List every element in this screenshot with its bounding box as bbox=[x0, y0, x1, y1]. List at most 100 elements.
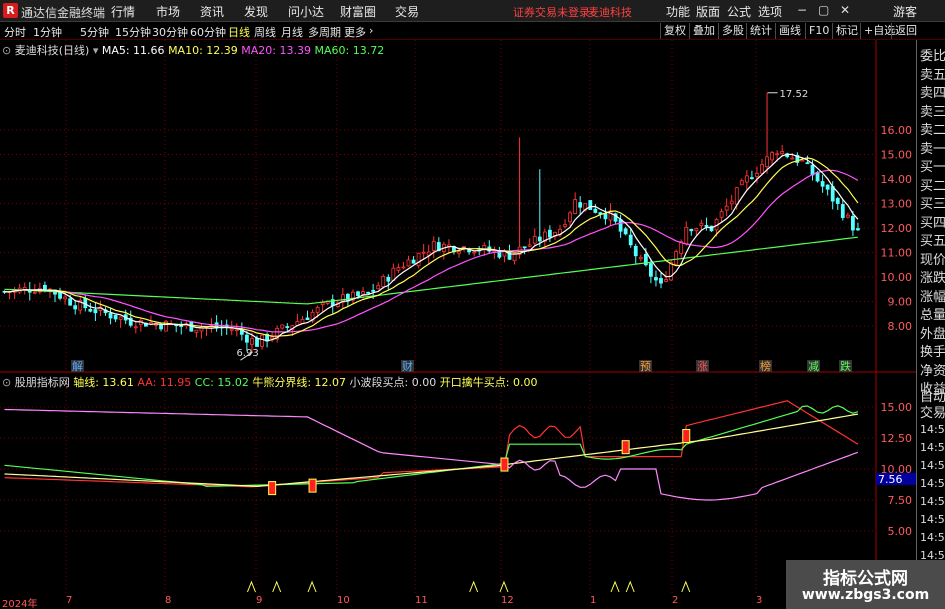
quote-sidebar: 委比 卖五 卖四 卖三 卖二 卖一 买一 买二 买三 买四 买五 现价 涨跌 涨幅 总量 外盘 换手 净资 收益 自动… bbox=[916, 40, 945, 602]
legend-aa: AA: 11.95 bbox=[137, 376, 192, 389]
small-wave-signal bbox=[681, 580, 691, 593]
event-marker: 涨 bbox=[697, 360, 708, 373]
menu-item-formula[interactable]: 公式 bbox=[727, 3, 751, 20]
menu-item-layout[interactable]: 版面 bbox=[696, 3, 720, 20]
candle-body bbox=[113, 314, 118, 320]
candle-body bbox=[159, 324, 163, 330]
sidebar-time: 14:56 bbox=[920, 495, 945, 508]
sidebar-label: 卖三 bbox=[920, 104, 945, 120]
candle-body bbox=[280, 324, 285, 329]
candle-body bbox=[856, 228, 860, 231]
candle-body bbox=[234, 329, 239, 332]
candle-body bbox=[411, 259, 416, 264]
menu-item-discover[interactable]: 发现 bbox=[244, 3, 268, 20]
chevron-icon[interactable]: ⊙ bbox=[2, 44, 15, 57]
small-wave-signal bbox=[272, 580, 282, 593]
close-icon[interactable]: ✕ bbox=[840, 3, 850, 17]
sidebar-label: 涨幅 bbox=[920, 289, 945, 305]
small-wave-signal bbox=[610, 580, 620, 593]
date-tick-label: 12 bbox=[501, 595, 514, 606]
menu-item-ask[interactable]: 问小达 bbox=[288, 3, 324, 20]
event-marker: 跌 bbox=[840, 359, 851, 373]
candle-body bbox=[300, 318, 305, 324]
sidebar-label: 买三 bbox=[920, 197, 945, 212]
period-weekly[interactable]: 周线 bbox=[254, 24, 276, 40]
candle-body bbox=[750, 177, 754, 180]
settings-icon[interactable]: ⊙ bbox=[2, 376, 15, 389]
sidebar-lower-label[interactable]: 交易 bbox=[920, 402, 945, 421]
indicator-legend-name: 股朋指标网 bbox=[14, 376, 70, 389]
small-wave-signal bbox=[307, 580, 317, 593]
candle-body bbox=[73, 305, 78, 310]
date-tick-label: 3 bbox=[756, 595, 763, 606]
price-tick-label: 11.00 bbox=[881, 247, 913, 260]
candle-body bbox=[457, 251, 461, 254]
date-tick-label: 2024年 bbox=[2, 599, 38, 609]
candle-body bbox=[664, 279, 668, 282]
candle-body bbox=[633, 245, 638, 257]
period-60min[interactable]: 60分钟 bbox=[190, 24, 226, 40]
overlay-button[interactable]: 叠加 bbox=[689, 23, 715, 39]
period-monthly[interactable]: 月线 bbox=[281, 24, 303, 40]
sidebar-time: 14:56 bbox=[920, 459, 945, 472]
menu-item-trade[interactable]: 交易 bbox=[395, 3, 419, 20]
sidebar-time: 14:56 bbox=[920, 441, 945, 454]
legend-small-wave: 小波段买点: 0.00 bbox=[349, 376, 437, 389]
back-button[interactable]: 返回 bbox=[891, 23, 917, 39]
indicator-legend: ⊙ 股朋指标网 轴线: 13.61 AA: 11.95 CC: 15.02 牛熊… bbox=[2, 374, 537, 390]
small-wave-signal bbox=[246, 580, 256, 593]
period-multi[interactable]: 多周期 bbox=[308, 24, 341, 40]
candle-body bbox=[229, 328, 234, 331]
candle-body bbox=[739, 180, 744, 186]
kline-chart[interactable]: 16.00 15.00 14.00 13.00 12.00 11.00 10.00 9.00 8… bbox=[0, 40, 916, 594]
candle-body bbox=[780, 151, 785, 155]
chevron-right-icon[interactable]: › bbox=[369, 24, 373, 37]
period-5min[interactable]: 5分钟 bbox=[80, 24, 109, 40]
guest-label[interactable]: 游客 bbox=[893, 3, 917, 20]
candle-body bbox=[401, 266, 406, 269]
candle-body bbox=[851, 216, 855, 231]
candle-body bbox=[578, 202, 583, 208]
legend-open-buy: 开口擒牛买点: 0.00 bbox=[439, 376, 538, 389]
legend-arrow-icon[interactable]: ▾ bbox=[93, 44, 102, 57]
period-15min[interactable]: 15分钟 bbox=[115, 24, 151, 40]
menu-item-community[interactable]: 财富圈 bbox=[340, 3, 376, 20]
restore-icon[interactable]: ▢ bbox=[818, 3, 829, 17]
multi-stock-button[interactable]: 多股 bbox=[718, 23, 744, 39]
login-status[interactable]: 证券交易未登录 bbox=[513, 4, 590, 20]
watermark-url: www.zbgs3.com bbox=[801, 587, 930, 603]
candle-body bbox=[775, 153, 780, 156]
add-favorite-button[interactable]: +自选 bbox=[860, 23, 895, 39]
menu-item-news[interactable]: 资讯 bbox=[200, 3, 224, 20]
candle-body bbox=[527, 244, 532, 247]
legend-ma20: MA20: 13.39 bbox=[241, 44, 311, 57]
period-intraday[interactable]: 分时 bbox=[4, 24, 26, 40]
candle-body bbox=[659, 278, 663, 284]
candle-body bbox=[396, 267, 401, 271]
candle-body bbox=[790, 157, 795, 160]
period-daily[interactable]: 日线 bbox=[228, 24, 250, 40]
indicator-tick-label: 5.00 bbox=[888, 525, 913, 538]
legend-axis-line: 轴线: 13.61 bbox=[73, 376, 134, 389]
candle-body bbox=[260, 334, 264, 347]
candle-body bbox=[669, 262, 673, 281]
candle-body bbox=[729, 200, 734, 205]
period-more[interactable]: 更多 bbox=[344, 24, 366, 40]
sidebar-label: 卖四 bbox=[920, 86, 945, 101]
sidebar-label: 卖一 bbox=[920, 141, 945, 157]
menu-item-market[interactable]: 市场 bbox=[156, 3, 180, 20]
sidebar-label: 买五 bbox=[920, 234, 945, 249]
menu-item-function[interactable]: 功能 bbox=[666, 3, 690, 20]
period-1min[interactable]: 1分钟 bbox=[33, 24, 62, 40]
menu-item-quotes[interactable]: 行情 bbox=[111, 3, 135, 20]
candle-body bbox=[255, 337, 259, 347]
minimize-icon[interactable]: − bbox=[797, 3, 807, 17]
period-30min[interactable]: 30分钟 bbox=[152, 24, 188, 40]
fuquan-button[interactable]: 复权 bbox=[660, 23, 686, 39]
candle-body bbox=[381, 275, 386, 288]
stats-button[interactable]: 统计 bbox=[746, 23, 772, 39]
menu-item-options[interactable]: 选项 bbox=[758, 3, 782, 20]
mark-button[interactable]: 标记 bbox=[832, 23, 858, 39]
f10-button[interactable]: F10 bbox=[805, 23, 829, 39]
draw-line-button[interactable]: 画线 bbox=[775, 23, 801, 39]
